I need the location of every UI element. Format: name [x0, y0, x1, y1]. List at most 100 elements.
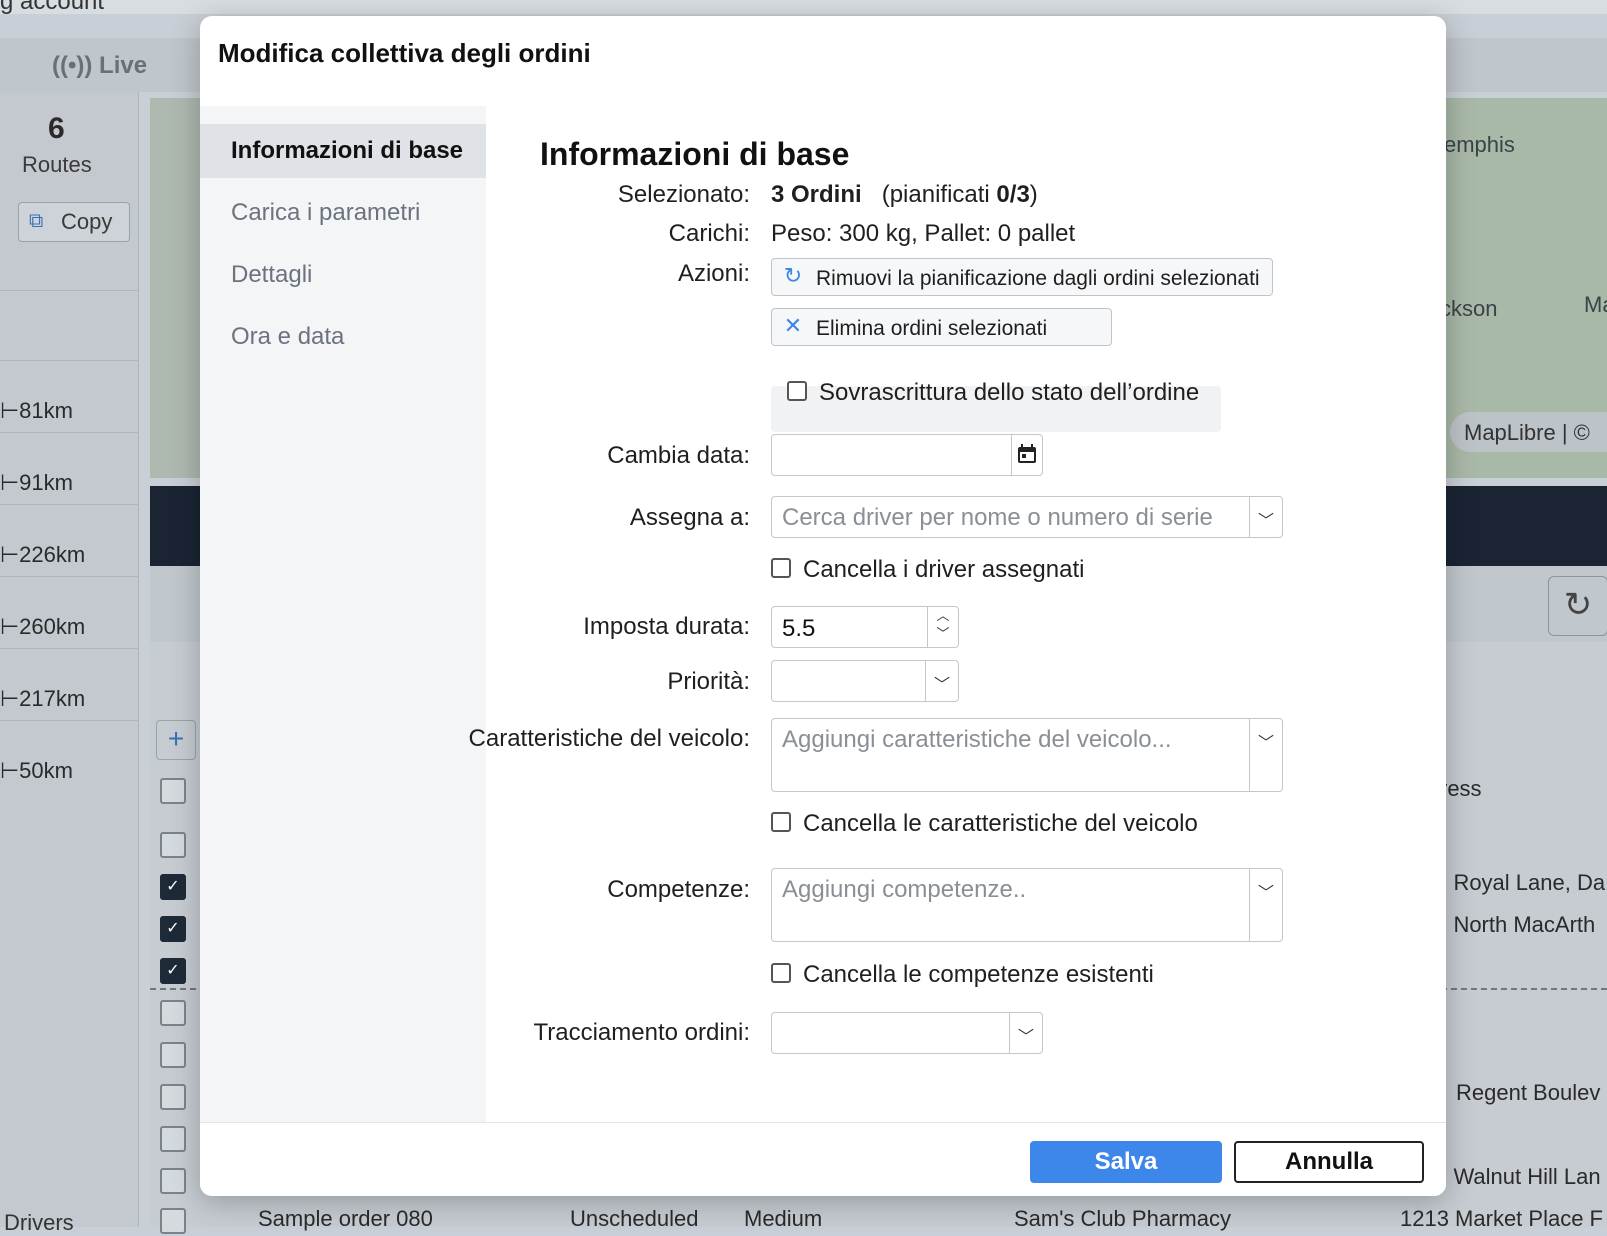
live-label: Live: [99, 52, 148, 79]
plus-icon: +: [167, 723, 185, 754]
add-order-button[interactable]: +: [156, 720, 196, 760]
row-checkbox[interactable]: [160, 1000, 186, 1026]
selected-value: 3 Ordini (pianificati 0/3): [771, 181, 1038, 209]
row-checkbox[interactable]: [160, 1208, 186, 1234]
order-tracking-label: Tracciamento ordini:: [533, 1019, 750, 1046]
vehicle-features-select[interactable]: Aggiungi caratteristiche del veicolo... …: [771, 718, 1283, 792]
unschedule-orders-button[interactable]: ↻ Rimuovi la pianificazione dagli ordini…: [771, 258, 1273, 296]
checkbox[interactable]: [771, 558, 791, 578]
scheduled-suffix: ): [1029, 181, 1038, 208]
delete-label: Elimina ordini selezionati: [816, 317, 1048, 340]
skills-placeholder: Aggiungi competenze..: [782, 876, 1027, 903]
vehicle-features-label: Caratteristiche del veicolo:: [468, 725, 750, 752]
chevron-down-icon[interactable]: ﹀: [1009, 1013, 1042, 1053]
checkbox[interactable]: [771, 963, 791, 983]
dialog-sidebar: Informazioni di base Carica i parametri …: [200, 106, 486, 1138]
route-distance: ⊢50km: [0, 758, 73, 783]
loads-label: Carichi:: [668, 220, 750, 247]
address-cell: ) Royal Lane, Da: [1440, 870, 1606, 895]
sidebar-item-time-date[interactable]: Ora e data: [200, 310, 486, 364]
address-cell: ) North MacArth: [1440, 912, 1596, 937]
row-checkbox[interactable]: [160, 1126, 186, 1152]
duration-stepper[interactable]: 5.5 ︿ ﹀: [771, 606, 959, 648]
chevron-down-icon[interactable]: ﹀: [1249, 719, 1282, 791]
skills-select[interactable]: Aggiungi competenze.. ﹀: [771, 868, 1283, 942]
override-status-label: Sovrascrittura dello stato dell’ordine: [819, 379, 1200, 406]
sidebar-item-details[interactable]: Dettagli: [200, 248, 486, 302]
assign-to-label: Assegna a:: [629, 504, 750, 531]
section-title: Informazioni di base: [540, 136, 850, 172]
route-distance: ⊢226km: [0, 542, 86, 567]
divider: [0, 432, 138, 433]
copy-label: Copy: [61, 209, 113, 234]
chevron-down-icon[interactable]: ﹀: [1249, 497, 1282, 537]
route-distance: ⊢81km: [0, 398, 73, 423]
live-icon: ((•)): [52, 52, 93, 79]
map-label: ckson: [1440, 296, 1498, 321]
live-toggle[interactable]: ((•)) Live: [52, 52, 147, 80]
scheduled-prefix: (pianificati: [881, 181, 997, 208]
row-checkbox[interactable]: [160, 832, 186, 858]
route-distance: ⊢91km: [0, 470, 73, 495]
route-distance: ⊢260km: [0, 614, 86, 639]
chevron-down-icon[interactable]: ﹀: [1249, 869, 1282, 941]
checkbox[interactable]: [787, 381, 807, 401]
close-icon: ✕: [783, 313, 803, 338]
driver-search-placeholder: Cerca driver per nome o numero di serie: [782, 504, 1213, 531]
divider: [0, 648, 138, 649]
chevron-down-icon[interactable]: ﹀: [925, 661, 958, 701]
clear-skills-label: Cancella le competenze esistenti: [803, 961, 1154, 988]
sidebar-item-basic-info[interactable]: Informazioni di base: [200, 124, 486, 178]
map-label: emphis: [1444, 132, 1515, 157]
copy-button[interactable]: ⧉ Copy: [18, 202, 130, 242]
change-date-label: Cambia data:: [607, 442, 750, 469]
route-distance: ⊢217km: [0, 686, 86, 711]
row-checkbox[interactable]: ✓: [160, 916, 186, 942]
checkbox[interactable]: [771, 812, 791, 832]
row-checkbox[interactable]: [160, 1084, 186, 1110]
routes-label: Routes: [22, 152, 92, 177]
driver-search-select[interactable]: Cerca driver per nome o numero di serie …: [771, 496, 1283, 538]
divider: [0, 360, 138, 361]
stepper-arrows-icon[interactable]: ︿ ﹀: [927, 607, 958, 647]
account-label: g account: [0, 0, 105, 15]
top-bar: g account: [0, 0, 1607, 15]
divider: [0, 576, 138, 577]
row-checkbox[interactable]: ✓: [160, 874, 186, 900]
map-label: Ma: [1584, 292, 1607, 317]
drivers-label: Drivers: [4, 1210, 74, 1235]
row-checkbox[interactable]: [160, 778, 186, 804]
row-checkbox[interactable]: [160, 1042, 186, 1068]
dialog-footer: Salva Annulla: [200, 1122, 1446, 1196]
routes-panel: [0, 92, 139, 1227]
row-checkbox[interactable]: ✓: [160, 958, 186, 984]
duration-label: Imposta durata:: [583, 613, 750, 640]
priority-label: Priorità:: [667, 668, 750, 695]
priority-select[interactable]: ﹀: [771, 660, 959, 702]
order-tracking-select[interactable]: ﹀: [771, 1012, 1043, 1054]
loads-value: Peso: 300 kg, Pallet: 0 pallet: [771, 220, 1076, 247]
scheduled-value: 0/3: [996, 181, 1030, 208]
change-date-input[interactable]: [771, 434, 1043, 476]
delete-orders-button[interactable]: ✕ Elimina ordini selezionati: [771, 308, 1112, 346]
cancel-button[interactable]: Annulla: [1234, 1141, 1424, 1183]
divider: [0, 290, 138, 291]
address-cell: 1213 Market Place F: [1400, 1206, 1603, 1231]
calendar-icon[interactable]: [1011, 435, 1042, 475]
divider: [0, 504, 138, 505]
actions-label: Azioni:: [677, 260, 750, 287]
row-checkbox[interactable]: [160, 1168, 186, 1194]
refresh-icon: ↻: [1563, 586, 1593, 624]
skills-label: Competenze:: [607, 876, 750, 903]
bulk-edit-dialog: Modifica collettiva degli ordini Informa…: [200, 16, 1446, 1196]
table-header-cell: ress: [1440, 776, 1482, 801]
save-button[interactable]: Salva: [1030, 1141, 1222, 1183]
dialog-title: Modifica collettiva degli ordini: [218, 38, 591, 68]
sidebar-item-load-parameters[interactable]: Carica i parametri: [200, 186, 486, 240]
duration-value: 5.5: [782, 615, 816, 642]
map-attribution[interactable]: MapLibre | ©: [1450, 412, 1607, 452]
order-name-cell: Sample order 080: [258, 1206, 433, 1231]
unschedule-label: Rimuovi la pianificazione dagli ordini s…: [816, 267, 1260, 290]
order-priority-cell: Medium: [744, 1206, 823, 1231]
refresh-button[interactable]: ↻: [1548, 576, 1607, 636]
